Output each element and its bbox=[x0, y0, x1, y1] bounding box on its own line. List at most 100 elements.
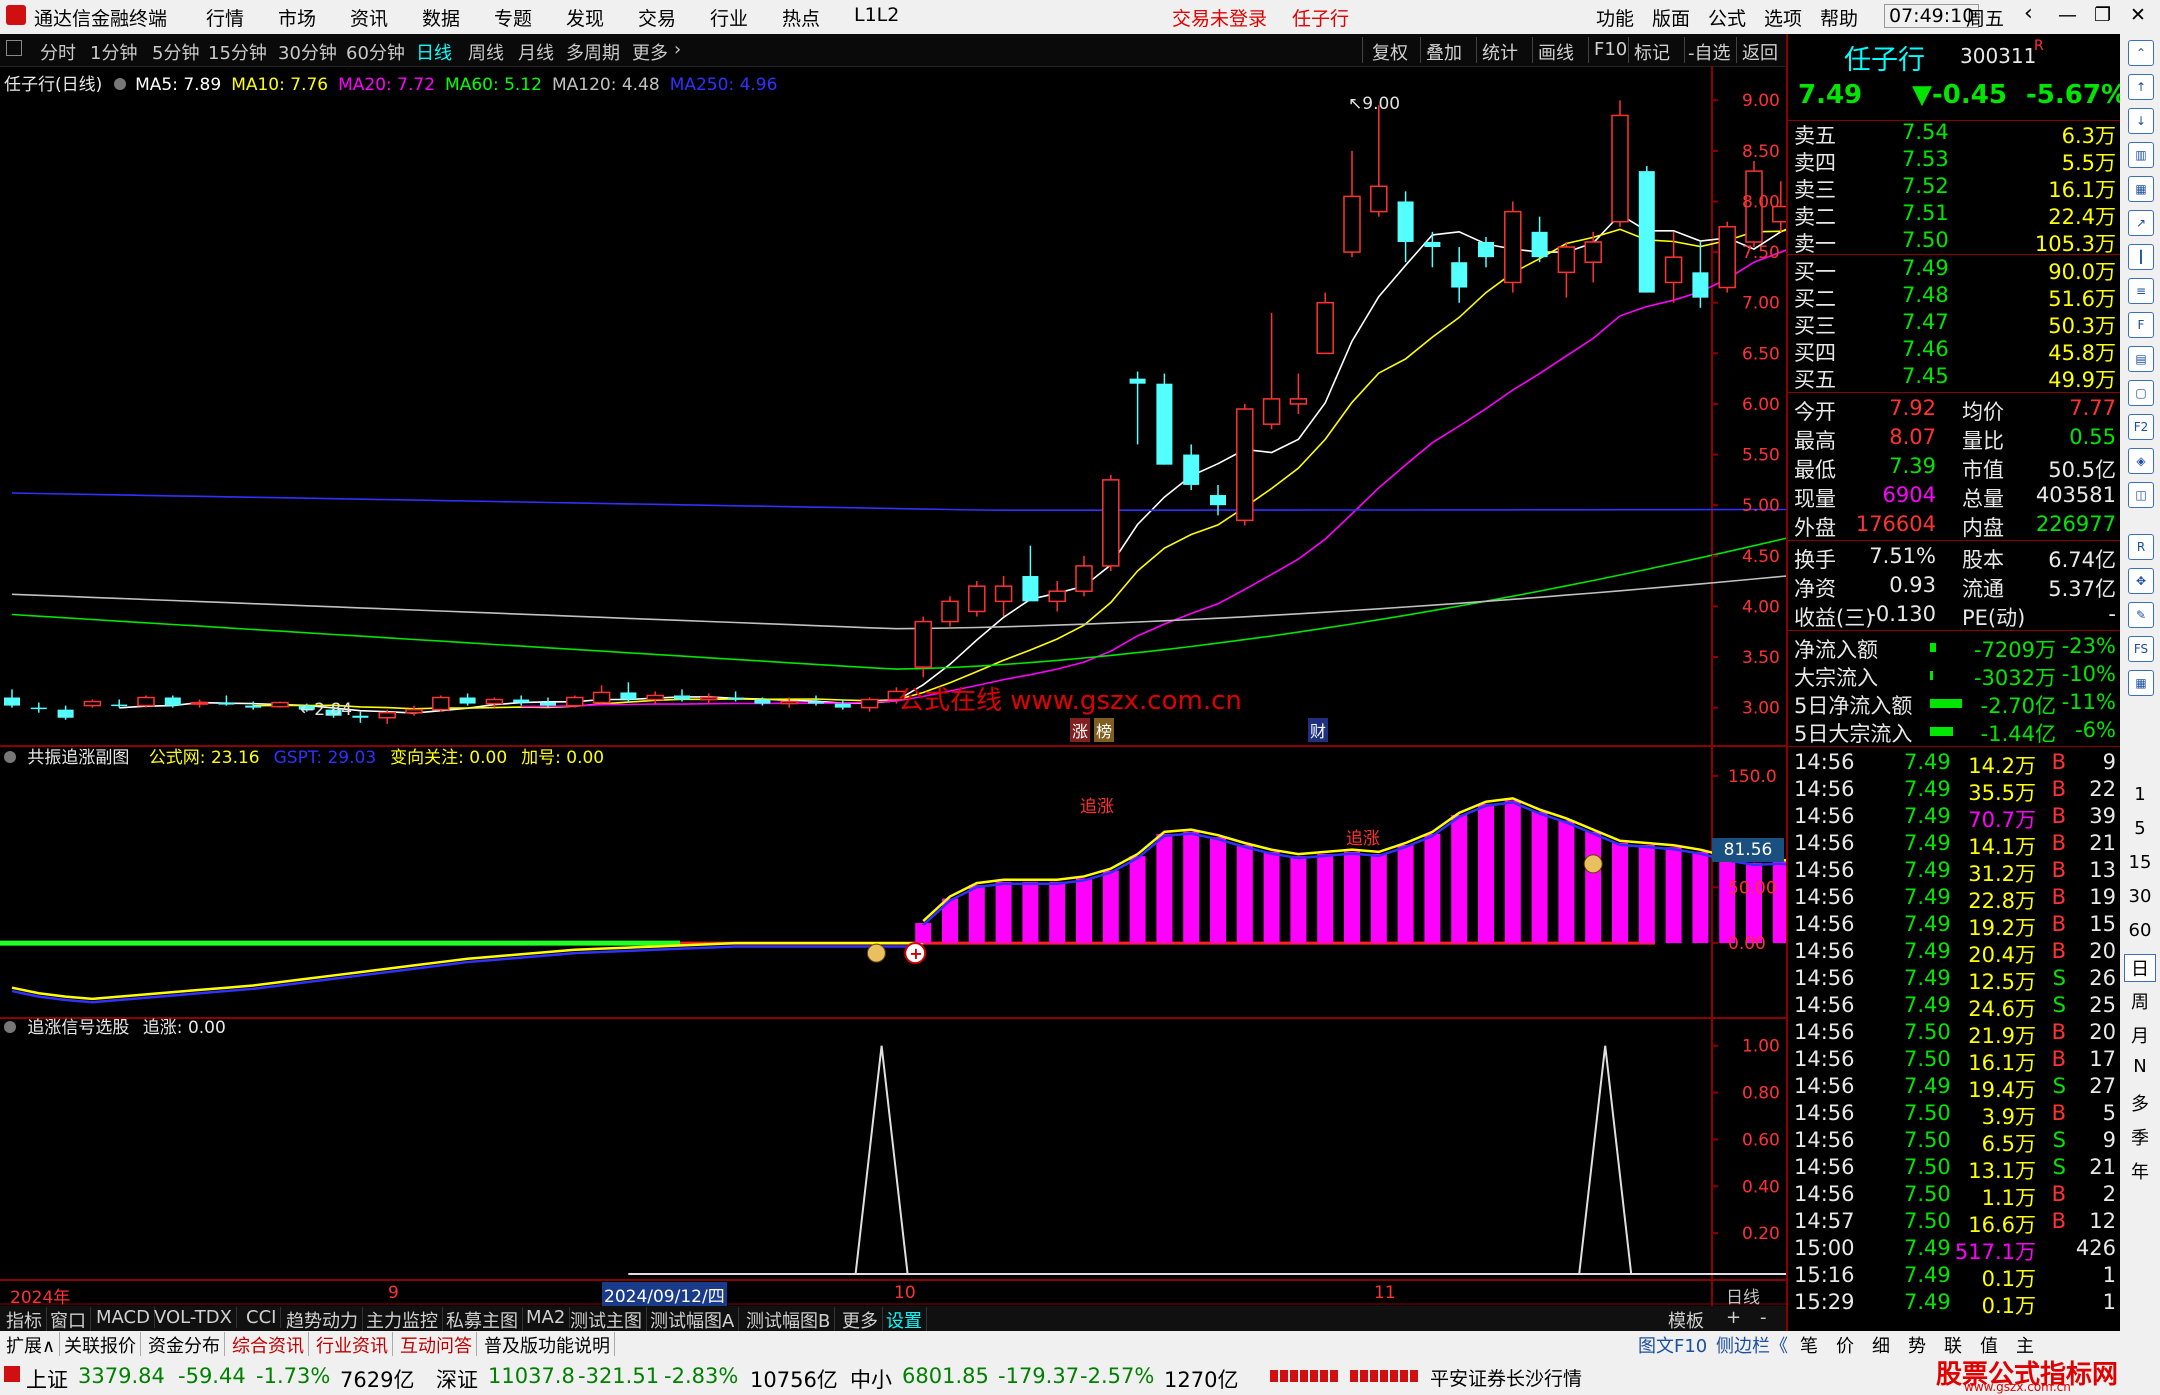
side-tab[interactable]: 笔 bbox=[1796, 1332, 1822, 1358]
indicator-tab[interactable]: 私募主图 bbox=[442, 1307, 523, 1333]
period-daily[interactable]: 日线 bbox=[416, 39, 452, 65]
event-mark-zhang[interactable]: 涨 bbox=[1070, 718, 1091, 742]
event-mark-cai[interactable]: 财 bbox=[1308, 718, 1329, 742]
news-icon[interactable]: ◈ bbox=[2128, 448, 2154, 474]
tool-diejia[interactable]: 叠加 bbox=[1426, 39, 1462, 65]
fs-icon[interactable]: FS bbox=[2128, 636, 2154, 662]
menu-shichang[interactable]: 市场 bbox=[278, 4, 316, 31]
fin-icon[interactable]: F bbox=[2128, 312, 2154, 338]
period-weekly[interactable]: 周线 bbox=[468, 39, 504, 65]
rsi-icon[interactable]: R bbox=[2128, 534, 2154, 560]
info-tab[interactable]: 互动问答 bbox=[396, 1332, 477, 1358]
toolstrip-period-6[interactable]: 周 bbox=[2120, 988, 2160, 1014]
pen-icon[interactable]: ✎ bbox=[2128, 602, 2154, 628]
toolstrip-period-8[interactable]: N bbox=[2120, 1056, 2160, 1077]
indicator-tab[interactable]: 更多 bbox=[838, 1307, 883, 1333]
expand-up-icon[interactable]: ⌃ bbox=[2128, 40, 2154, 66]
side-tab[interactable]: 细 bbox=[1868, 1332, 1894, 1358]
bid-row[interactable]: 买五 7.45 49.9万 bbox=[1794, 364, 2116, 392]
indicator-tab[interactable]: 指标 bbox=[2, 1307, 47, 1333]
index-sh-name[interactable]: 上证 bbox=[26, 1364, 68, 1394]
menu-bangzhu[interactable]: 帮助 bbox=[1820, 4, 1858, 31]
tool-biaoji[interactable]: 标记 bbox=[1634, 39, 1670, 65]
side-tab[interactable]: 价 bbox=[1832, 1332, 1858, 1358]
toolstrip-period-2[interactable]: 15 bbox=[2120, 852, 2160, 873]
menu-faxian[interactable]: 发现 bbox=[566, 4, 604, 31]
period-60min[interactable]: 60分钟 bbox=[346, 39, 405, 65]
ask-row[interactable]: 卖三 7.52 16.1万 bbox=[1794, 174, 2116, 202]
toggle-panel-icon[interactable] bbox=[6, 40, 22, 56]
period-more[interactable]: 更多 bbox=[632, 39, 668, 65]
period-monthly[interactable]: 月线 bbox=[518, 39, 554, 65]
tool-f10[interactable]: F10 bbox=[1594, 39, 1627, 60]
info-tab[interactable]: 综合资讯 bbox=[228, 1332, 309, 1358]
index-zx-name[interactable]: 中小 bbox=[850, 1364, 892, 1394]
indicator-tab[interactable]: 窗口 bbox=[46, 1307, 91, 1333]
period-multi[interactable]: 多周期 bbox=[566, 39, 620, 65]
ask-row[interactable]: 卖四 7.53 5.5万 bbox=[1794, 147, 2116, 175]
menu-shuju[interactable]: 数据 bbox=[422, 4, 460, 31]
login-status[interactable]: 交易未登录 bbox=[1172, 4, 1267, 31]
period-30min[interactable]: 30分钟 bbox=[278, 39, 337, 65]
menu-zixun[interactable]: 资讯 bbox=[350, 4, 388, 31]
indicator-tab[interactable]: 测试幅图A bbox=[646, 1307, 740, 1333]
menu-gongneng[interactable]: 功能 bbox=[1596, 4, 1634, 31]
trend-icon[interactable]: ↗ bbox=[2128, 210, 2154, 236]
indicator-tab[interactable]: 测试主图 bbox=[566, 1307, 647, 1333]
indicator-toggle-icon[interactable] bbox=[4, 1021, 16, 1033]
menu-hangye[interactable]: 行业 bbox=[710, 4, 748, 31]
info-tab[interactable]: 行业资讯 bbox=[312, 1332, 393, 1358]
kline-chart-area[interactable]: + 9.00 8.50 8.00 7.50 7.00 6.50 6.00 5.50 5.00 4.… bbox=[0, 66, 1786, 1306]
toolstrip-period-5[interactable]: 日 bbox=[2124, 954, 2156, 982]
indicator-tab[interactable]: 测试幅图B bbox=[742, 1307, 836, 1333]
indicator-tab[interactable]: 设置 bbox=[882, 1307, 927, 1333]
list-icon[interactable]: ≡ bbox=[2128, 278, 2154, 304]
ask-row[interactable]: 卖一 7.50 105.3万 bbox=[1794, 228, 2116, 256]
side-tab[interactable]: 图文F10 bbox=[1634, 1332, 1711, 1358]
template-tab[interactable]: + bbox=[1722, 1307, 1745, 1328]
tool-fanhui[interactable]: 返回 bbox=[1742, 39, 1778, 65]
info-tab[interactable]: 普及版功能说明 bbox=[480, 1332, 615, 1358]
report-icon[interactable]: ▤ bbox=[2128, 346, 2154, 372]
menu-hangqing[interactable]: 行情 bbox=[206, 4, 244, 31]
menu-jiaoyi[interactable]: 交易 bbox=[638, 4, 676, 31]
side-tab[interactable]: 侧边栏《 bbox=[1712, 1332, 1792, 1358]
f2-icon[interactable]: F2 bbox=[2128, 414, 2154, 440]
period-fenshi[interactable]: 分时 bbox=[40, 39, 76, 65]
toolstrip-period-0[interactable]: 1 bbox=[2120, 784, 2160, 805]
menu-redian[interactable]: 热点 bbox=[782, 4, 820, 31]
bid-row[interactable]: 买三 7.47 50.3万 bbox=[1794, 310, 2116, 338]
ask-row[interactable]: 卖五 7.54 6.3万 bbox=[1794, 120, 2116, 148]
period-15min[interactable]: 15分钟 bbox=[208, 39, 267, 65]
tool-tongji[interactable]: 统计 bbox=[1482, 39, 1518, 65]
bid-row[interactable]: 买四 7.46 45.8万 bbox=[1794, 337, 2116, 365]
toolstrip-period-11[interactable]: 年 bbox=[2120, 1158, 2160, 1184]
back-arrow-icon[interactable]: ‹ bbox=[2024, 1, 2033, 26]
restore-icon[interactable]: ❐ bbox=[2094, 4, 2111, 26]
menu-banmian[interactable]: 版面 bbox=[1652, 4, 1690, 31]
period-1min[interactable]: 1分钟 bbox=[90, 39, 137, 65]
indicator-toggle-icon[interactable] bbox=[4, 751, 16, 763]
chevron-right-icon[interactable]: › bbox=[674, 39, 681, 60]
indicator-tab[interactable]: 趋势动力 bbox=[282, 1307, 363, 1333]
kline-icon[interactable]: ▥ bbox=[2128, 142, 2154, 168]
grid-icon[interactable]: ▦ bbox=[2128, 670, 2154, 696]
arrow-down-icon[interactable]: ↓ bbox=[2128, 108, 2154, 134]
indicator-tab[interactable]: MA2 bbox=[522, 1307, 571, 1328]
info-tab[interactable]: 关联报价 bbox=[60, 1332, 141, 1358]
toolstrip-period-9[interactable]: 多 bbox=[2120, 1090, 2160, 1116]
move-icon[interactable]: ✥ bbox=[2128, 568, 2154, 594]
candle-icon[interactable]: ┃ bbox=[2128, 244, 2154, 270]
index-sz-name[interactable]: 深证 bbox=[436, 1364, 478, 1394]
menu-l1l2[interactable]: L1L2 bbox=[854, 4, 899, 26]
doc-icon[interactable]: ▢ bbox=[2128, 380, 2154, 406]
bid-row[interactable]: 买二 7.48 51.6万 bbox=[1794, 283, 2116, 311]
info-tab[interactable]: 资金分布 bbox=[144, 1332, 225, 1358]
minimize-icon[interactable]: — bbox=[2058, 4, 2077, 26]
indicator-tab[interactable]: CCI bbox=[242, 1307, 282, 1328]
toolstrip-period-7[interactable]: 月 bbox=[2120, 1022, 2160, 1048]
event-mark-bang[interactable]: 榜 bbox=[1094, 718, 1115, 742]
side-tab[interactable]: 势 bbox=[1904, 1332, 1930, 1358]
table-icon[interactable]: ▦ bbox=[2128, 176, 2154, 202]
indicator-tab[interactable]: VOL-TDX bbox=[150, 1307, 237, 1328]
